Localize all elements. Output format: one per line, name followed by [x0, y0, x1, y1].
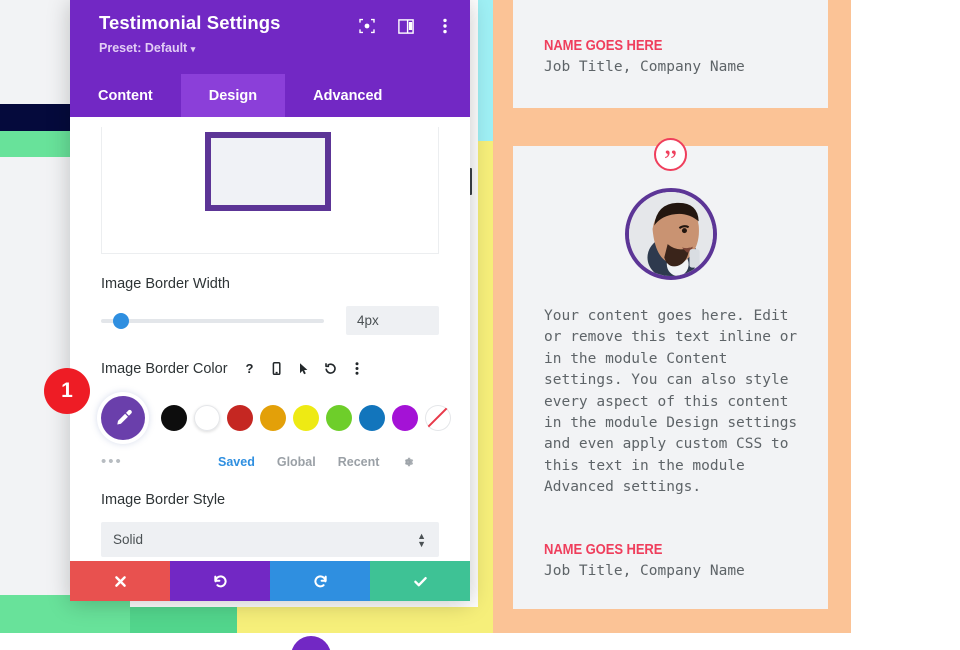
- palette-tabs: Saved Global Recent: [218, 455, 415, 469]
- undo-button[interactable]: [170, 561, 270, 601]
- preset-label: Preset: Default: [99, 41, 188, 55]
- testimonial-job: Job Title, Company Name: [544, 59, 745, 75]
- reset-icon[interactable]: [319, 357, 342, 380]
- gear-icon[interactable]: [401, 455, 415, 469]
- redo-button[interactable]: [270, 561, 370, 601]
- border-color-mini-icons: ?: [238, 357, 369, 380]
- modal-footer: [70, 561, 470, 601]
- strip-green-bottom: [130, 607, 237, 633]
- modal-tabs: Content Design Advanced: [70, 74, 470, 117]
- color-picker-button[interactable]: [101, 396, 145, 440]
- palette-tab-global[interactable]: Global: [277, 455, 316, 469]
- border-style-select[interactable]: Solid ▲ ▼: [101, 522, 439, 557]
- screen: me re. Edit nline or t o styl contex set…: [0, 0, 960, 650]
- border-style-label: Image Border Style: [101, 492, 226, 508]
- strip-yellow-bottom: [237, 607, 493, 633]
- border-width-slider[interactable]: [101, 312, 324, 329]
- border-preview-box: [205, 132, 331, 211]
- swatch-transparent[interactable]: [425, 405, 451, 431]
- testimonial-body: Your content goes here. Edit or remove t…: [544, 308, 798, 496]
- tab-content[interactable]: Content: [70, 74, 181, 117]
- responsive-icon[interactable]: [265, 357, 288, 380]
- border-width-input[interactable]: 4px: [346, 306, 439, 335]
- tab-advanced[interactable]: Advanced: [285, 74, 410, 117]
- border-style-value: Solid: [113, 532, 144, 547]
- layout-icon[interactable]: [397, 17, 415, 35]
- focus-icon[interactable]: [358, 17, 376, 35]
- testimonial-name: NAME GOES HERE: [544, 38, 663, 54]
- swatch-yellow[interactable]: [293, 405, 319, 431]
- border-color-label: Image Border Color: [101, 360, 228, 377]
- options-icon[interactable]: [346, 357, 369, 380]
- border-preview: [101, 127, 439, 254]
- svg-text:?: ?: [245, 361, 253, 376]
- border-width-control: 4px: [101, 306, 439, 335]
- swatch-blue[interactable]: [359, 405, 385, 431]
- border-width-label: Image Border Width: [101, 276, 230, 292]
- quote-icon: ”: [654, 138, 687, 175]
- floating-action-button[interactable]: [291, 636, 331, 650]
- more-options-icon[interactable]: [436, 17, 454, 35]
- swatch-black[interactable]: [161, 405, 187, 431]
- modal-body: Image Border Width 4px Image Border Colo…: [70, 117, 470, 601]
- hover-cursor-icon[interactable]: [292, 357, 315, 380]
- testimonial-job: Job Title, Company Name: [544, 563, 745, 579]
- settings-modal: Testimonial Settings Preset: Default ▾ C…: [70, 0, 470, 601]
- palette-tab-recent[interactable]: Recent: [338, 455, 380, 469]
- testimonial-name: NAME GOES HERE: [544, 542, 663, 558]
- swatch-orange[interactable]: [260, 405, 286, 431]
- cancel-button[interactable]: [70, 561, 170, 601]
- palette-tab-saved[interactable]: Saved: [218, 455, 255, 469]
- color-swatches: [101, 396, 451, 440]
- modal-header-icons: [358, 17, 454, 35]
- swatch-white[interactable]: [194, 405, 220, 431]
- help-icon[interactable]: ?: [238, 357, 261, 380]
- modal-header: Testimonial Settings Preset: Default ▾: [70, 0, 470, 74]
- swatch-red[interactable]: [227, 405, 253, 431]
- border-color-header: Image Border Color ?: [101, 357, 439, 380]
- step-badge: 1: [44, 368, 90, 414]
- chevron-down-icon: ▾: [190, 44, 196, 54]
- swatch-meta-row: ••• Saved Global Recent: [101, 453, 439, 470]
- tab-design[interactable]: Design: [180, 74, 286, 117]
- preset-selector[interactable]: Preset: Default ▾: [99, 41, 452, 55]
- avatar: [625, 188, 717, 280]
- band-cyan: [478, 0, 493, 141]
- save-button[interactable]: [370, 561, 470, 601]
- slider-knob[interactable]: [113, 312, 129, 329]
- swatch-green[interactable]: [326, 405, 352, 431]
- quote-glyph: ”: [663, 143, 678, 177]
- chevron-updown-icon: ▲ ▼: [417, 530, 426, 549]
- testimonial-card-top: NAME GOES HERE Job Title, Company Name: [513, 0, 828, 108]
- band-yellow: [478, 141, 493, 633]
- more-swatches-button[interactable]: •••: [101, 453, 154, 470]
- section-white-right: [851, 0, 960, 633]
- swatch-purple[interactable]: [392, 405, 418, 431]
